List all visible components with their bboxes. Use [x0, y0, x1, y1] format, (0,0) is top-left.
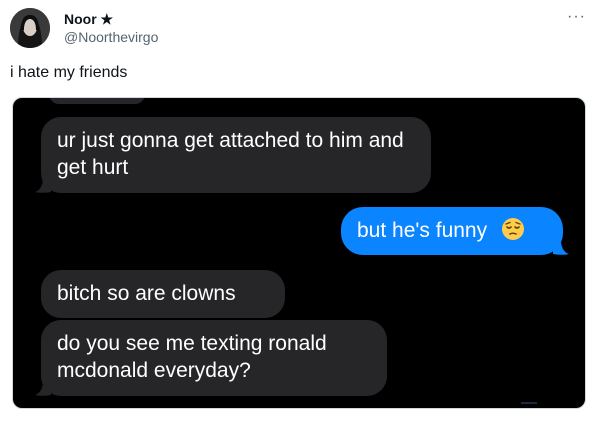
pensive-face-emoji [501, 217, 525, 241]
message-bubble-received: bitch so are clowns [41, 270, 285, 318]
message-text: but he's funny [357, 219, 488, 242]
tweet-text: i hate my friends [10, 64, 128, 81]
avatar[interactable] [10, 8, 50, 48]
message-bubble-received: do you see me texting ronald mcdonald ev… [41, 320, 387, 396]
message-bubble-cropped [49, 98, 145, 104]
message-bubble-received: ur just gonna get attached to him and ge… [41, 117, 431, 193]
author-name[interactable]: Noor ★ [64, 10, 158, 28]
message-text: bitch so are clowns [57, 282, 236, 305]
author-handle[interactable]: @Noorthevirgo [64, 28, 158, 46]
bubble-tail [35, 178, 51, 194]
tweet-header: Noor ★ @Noorthevirgo ··· [10, 8, 590, 48]
tweet-media-screenshot[interactable]: ur just gonna get attached to him and ge… [12, 97, 586, 409]
message-bubble-sent: but he's funny [341, 207, 563, 255]
scroll-indicator [521, 402, 537, 404]
message-text: do you see me texting ronald mcdonald ev… [57, 332, 327, 382]
message-text: ur just gonna get attached to him and ge… [57, 129, 404, 179]
bubble-tail [35, 381, 51, 397]
avatar-image [10, 8, 50, 48]
bubble-tail [553, 240, 569, 256]
more-horizontal-icon[interactable]: ··· [567, 9, 586, 25]
author-info: Noor ★ @Noorthevirgo [64, 10, 158, 46]
